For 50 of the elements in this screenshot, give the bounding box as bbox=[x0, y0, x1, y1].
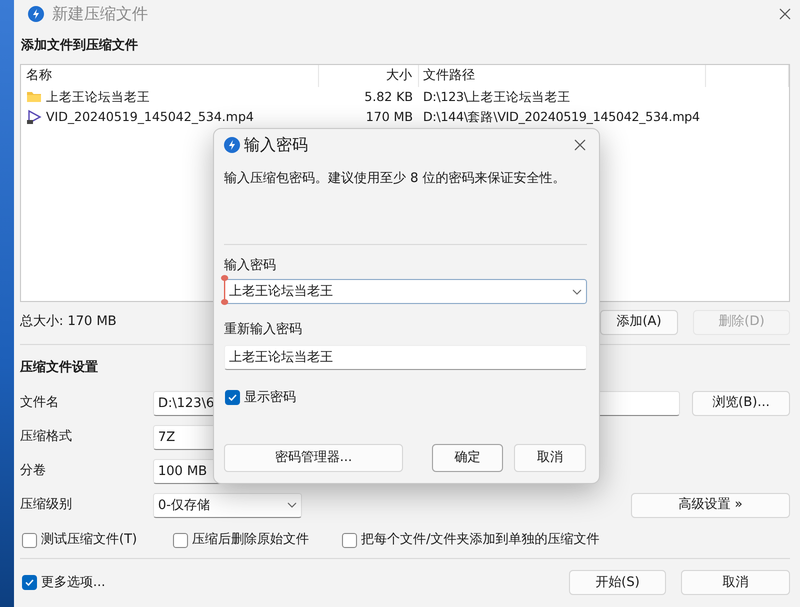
file-name: VID_20240519_145042_534.mp4 bbox=[46, 108, 254, 126]
option-label: 压缩后删除原始文件 bbox=[192, 531, 310, 550]
checkbox-label: 显示密码 bbox=[244, 388, 296, 406]
dialog-message: 输入压缩包密码。建议使用至少 8 位的密码来保证安全性。 bbox=[224, 170, 567, 188]
cancel-button[interactable]: 取消 bbox=[681, 570, 790, 595]
field-label: 文件名 bbox=[20, 394, 60, 412]
browse-button[interactable]: 浏览(B)... bbox=[692, 390, 790, 416]
checkbox[interactable] bbox=[22, 532, 37, 548]
app-icon bbox=[28, 6, 44, 22]
checkbox[interactable] bbox=[225, 390, 240, 405]
dropdown-caret-icon bbox=[287, 502, 297, 508]
password-input-field[interactable]: 上老王论坛当老王 bbox=[224, 344, 587, 370]
column-header[interactable]: 名称 bbox=[21, 64, 319, 86]
field-label: 压缩级别 bbox=[20, 496, 73, 514]
video-file-icon bbox=[26, 108, 42, 124]
add-button[interactable]: 添加(A) bbox=[600, 310, 678, 334]
cancel-button[interactable]: 取消 bbox=[514, 444, 586, 472]
column-header[interactable]: 大小 bbox=[319, 64, 419, 86]
file-name: 上老王论坛当老王 bbox=[46, 88, 150, 106]
checkbox[interactable] bbox=[22, 575, 37, 590]
section-heading: 压缩文件设置 bbox=[20, 358, 99, 376]
option-label: 把每个文件/文件夹添加到单独的压缩文件 bbox=[361, 531, 600, 550]
checkbox[interactable] bbox=[342, 532, 358, 548]
option-label: 测试压缩文件(T) bbox=[41, 531, 138, 550]
password-manager-button[interactable]: 密码管理器... bbox=[224, 444, 403, 472]
start-button[interactable]: 开始(S) bbox=[569, 570, 666, 595]
advanced-settings-button[interactable]: 高级设置 » bbox=[631, 492, 790, 518]
window-title: 新建压缩文件 bbox=[52, 3, 148, 25]
field-label: 分卷 bbox=[20, 462, 47, 480]
dropdown-field[interactable]: 0-仅存储 bbox=[153, 492, 302, 518]
file-path: D:\144\套路\VID_20240519_145042_534.mp4 bbox=[422, 108, 700, 126]
field-label: 重新输入密码 bbox=[224, 321, 303, 339]
file-size: 170 MB bbox=[364, 108, 414, 126]
file-path: D:\123\上老王论坛当老王 bbox=[422, 88, 570, 106]
dropdown-caret-icon bbox=[572, 288, 582, 294]
total-size: 总大小: 170 MB bbox=[20, 313, 117, 332]
field-label: 压缩格式 bbox=[20, 428, 73, 446]
file-size: 5.82 KB bbox=[363, 88, 414, 106]
dialog-title: 输入密码 bbox=[244, 134, 308, 156]
section-heading: 添加文件到压缩文件 bbox=[20, 36, 139, 55]
checkbox[interactable] bbox=[173, 532, 188, 548]
ok-button[interactable]: 确定 bbox=[432, 444, 503, 472]
option-label: 更多选项... bbox=[41, 574, 106, 592]
column-header[interactable]: 文件路径 bbox=[419, 64, 706, 86]
close-icon[interactable] bbox=[778, 7, 792, 21]
selection-handles-drawing bbox=[221, 275, 229, 305]
close-icon[interactable] bbox=[573, 138, 587, 152]
field-label: 输入密码 bbox=[224, 256, 277, 274]
app-icon bbox=[224, 137, 240, 153]
checkmark-icon bbox=[24, 577, 35, 588]
